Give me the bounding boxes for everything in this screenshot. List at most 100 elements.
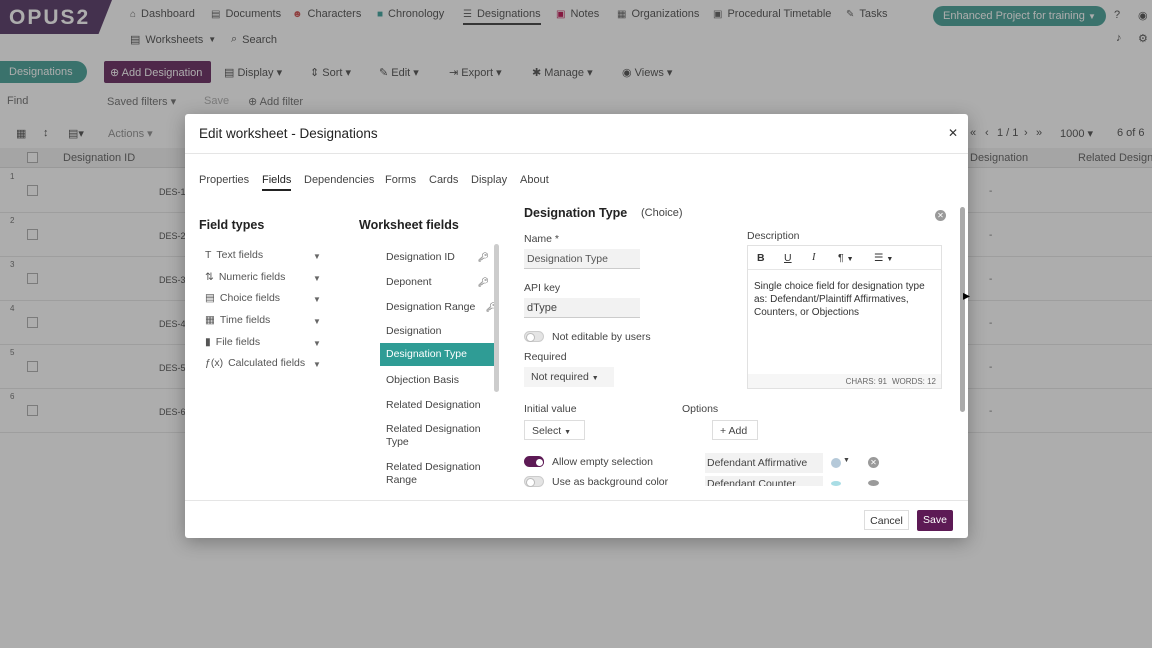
name-label: Name * — [524, 233, 560, 245]
chevron-down-icon[interactable]: ▼ — [313, 295, 321, 304]
description-text[interactable]: Single choice field for designation type… — [754, 280, 939, 319]
name-field[interactable]: Designation Type — [524, 249, 640, 269]
text-icon: T — [205, 249, 212, 261]
required-select[interactable]: Not required ▼ — [524, 367, 614, 387]
required-value: Not required — [531, 371, 589, 383]
paragraph-icon[interactable]: ¶ ▼ — [838, 252, 854, 264]
allow-empty-label: Allow empty selection — [552, 456, 653, 468]
chevron-down-icon[interactable]: ▼ — [313, 317, 321, 326]
initial-value: Select — [532, 425, 562, 437]
field-type-label: Text fields — [216, 249, 264, 261]
cancel-button[interactable]: Cancel — [864, 510, 909, 530]
tab-properties[interactable]: Properties — [199, 174, 249, 186]
calendar-icon: ▦ — [205, 314, 215, 326]
chevron-down-icon[interactable]: ▼ — [843, 457, 850, 464]
tab-fields[interactable]: Fields — [262, 174, 292, 191]
chevron-down-icon[interactable]: ▼ — [313, 252, 321, 261]
field-type-label: File fields — [215, 336, 261, 348]
tab-about[interactable]: About — [520, 174, 549, 186]
tab-dependencies[interactable]: Dependencies — [304, 174, 374, 186]
field-type-numeric[interactable]: ⇅ Numeric fields — [205, 271, 285, 283]
api-key-label: API key — [524, 282, 561, 294]
ws-field-designation[interactable]: Designation — [380, 322, 494, 341]
app-window: OPUS2 ⌂ Dashboard ▤ Documents ☻ Characters … — [0, 0, 1152, 648]
char-count: CHARS: 91 — [845, 377, 887, 386]
background-color-toggle[interactable] — [524, 476, 544, 487]
ws-field-label: Designation ID — [386, 251, 455, 263]
ws-field-deponent[interactable]: Deponent 🔑︎ — [380, 273, 494, 292]
not-editable-toggle[interactable] — [524, 331, 544, 342]
mouse-cursor-icon: ▸ — [963, 287, 971, 303]
field-type-label: Numeric fields — [218, 271, 286, 283]
worksheet-fields-scrollbar[interactable] — [494, 244, 499, 392]
field-type-file[interactable]: ▮ File fields — [205, 336, 260, 348]
field-type-time[interactable]: ▦ Time fields — [205, 314, 270, 326]
field-kind: (Choice) — [641, 207, 683, 219]
field-type-label: Time fields — [219, 314, 271, 326]
ws-field-objection-basis[interactable]: Objection Basis — [380, 371, 494, 390]
ws-field-designation-type[interactable]: Designation Type — [380, 343, 494, 366]
tab-forms[interactable]: Forms — [385, 174, 416, 186]
chevron-down-icon[interactable]: ▼ — [313, 339, 321, 348]
not-editable-label: Not editable by users — [552, 331, 651, 343]
chevron-down-icon: ▼ — [564, 429, 572, 436]
dialog-header: Edit worksheet - Designations ✕ — [185, 114, 968, 154]
ws-field-label: Deponent — [386, 276, 432, 288]
editor-toolbar: B U I ¶ ▼ ☰ ▼ — [748, 246, 941, 270]
description-label: Description — [747, 230, 800, 242]
ws-field-designation-id[interactable]: Designation ID 🔑︎ — [380, 248, 494, 267]
ws-field-related-designation-range[interactable]: Related Designation Range — [380, 458, 494, 490]
option-row[interactable]: Defendant Affirmative — [705, 453, 823, 473]
tab-cards[interactable]: Cards — [429, 174, 458, 186]
remove-option-icon[interactable] — [868, 480, 879, 486]
field-detail-title: Designation Type — [524, 206, 628, 220]
italic-icon[interactable]: I — [812, 252, 816, 263]
allow-empty-toggle[interactable] — [524, 456, 544, 467]
key-icon: 🔑︎ — [477, 252, 489, 262]
add-option-label: Add — [728, 425, 748, 437]
bold-icon[interactable]: B — [757, 252, 765, 264]
ws-field-related-designation-type[interactable]: Related Designation Type — [380, 420, 494, 452]
choice-icon: ▤ — [205, 292, 215, 304]
chevron-down-icon: ▼ — [591, 375, 599, 382]
field-type-label: Choice fields — [219, 292, 281, 304]
add-option-button[interactable]: + Add — [712, 420, 758, 440]
initial-value-label: Initial value — [524, 403, 577, 415]
field-type-choice[interactable]: ▤ Choice fields — [205, 292, 280, 304]
remove-option-icon[interactable]: ✕ — [868, 457, 879, 468]
close-icon[interactable]: ✕ — [948, 126, 958, 140]
dialog-title: Edit worksheet - Designations — [199, 126, 378, 141]
field-type-label: Calculated fields — [228, 357, 306, 369]
chevron-down-icon[interactable]: ▼ — [313, 274, 321, 283]
save-button[interactable]: Save — [917, 510, 953, 531]
worksheet-fields-heading: Worksheet fields — [359, 218, 459, 232]
numeric-icon: ⇅ — [205, 271, 214, 283]
required-label: Required — [524, 351, 567, 363]
api-key-field[interactable]: dType — [524, 298, 640, 318]
bullet-list-icon[interactable]: ☰ ▼ — [874, 252, 893, 264]
dialog-footer — [185, 500, 968, 538]
field-type-text[interactable]: T Text fields — [205, 249, 263, 261]
field-type-calculated[interactable]: ƒ(x) Calculated fields — [205, 357, 305, 369]
plus-icon: + — [720, 425, 727, 437]
word-count: WORDS: 12 — [891, 377, 936, 386]
ws-field-designation-range[interactable]: Designation Range 🔑︎ — [380, 298, 497, 317]
field-types-heading: Field types — [199, 218, 265, 232]
option-color-swatch[interactable] — [831, 481, 841, 486]
option-color-swatch[interactable] — [831, 458, 841, 468]
detail-scrollbar[interactable] — [960, 207, 965, 412]
key-icon: 🔑︎ — [477, 277, 489, 287]
background-color-label: Use as background color — [552, 476, 669, 488]
underline-icon[interactable]: U — [784, 252, 792, 264]
tab-display[interactable]: Display — [471, 174, 507, 186]
edit-worksheet-dialog: Edit worksheet - Designations ✕ Properti… — [185, 114, 968, 538]
editor-footer: CHARS: 91 WORDS: 12 — [748, 374, 941, 388]
description-editor[interactable]: B U I ¶ ▼ ☰ ▼ Single choice field for de… — [747, 245, 942, 389]
chevron-down-icon[interactable]: ▼ — [313, 360, 321, 369]
close-circle-icon[interactable]: ✕ — [935, 210, 946, 221]
initial-value-select[interactable]: Select ▼ — [524, 420, 585, 440]
file-icon: ▮ — [205, 336, 211, 348]
ws-field-related-designation[interactable]: Related Designation — [380, 396, 494, 415]
option-row[interactable]: Defendant Counter — [705, 476, 823, 486]
ws-field-label: Designation Range — [386, 301, 476, 313]
